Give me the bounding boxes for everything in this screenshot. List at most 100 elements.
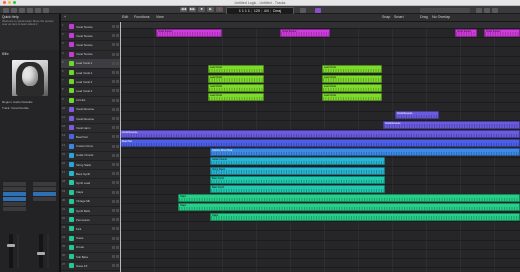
track-icon[interactable] [69,42,74,48]
track-name[interactable]: Vocal Reverse [76,117,94,121]
solo-button[interactable] [116,71,119,74]
solo-button[interactable] [116,227,119,231]
fast-forward-button[interactable]: ▶▶ [189,7,196,12]
audio-region[interactable]: Lead Vocal [322,65,382,74]
audio-region[interactable]: Vocal Reverse [120,129,520,138]
solo-button[interactable] [116,172,119,176]
mute-button[interactable] [112,255,115,258]
mute-button[interactable] [112,117,115,120]
solo-button[interactable] [116,98,119,102]
audio-region[interactable]: Lead Vocal [322,93,382,101]
audio-region[interactable]: Bass Synth [210,185,385,193]
mute-button[interactable] [112,209,115,212]
master-volume-slider[interactable] [420,7,470,13]
track-name[interactable]: Bass Synth [76,172,90,176]
region-inspector-header[interactable]: Region: Audio Defaults [2,100,58,104]
mute-button[interactable] [112,126,115,130]
track-icon[interactable] [69,70,74,75]
mute-button[interactable] [112,25,115,28]
mute-button[interactable] [112,163,115,166]
track-icon[interactable] [69,134,74,140]
track-icon[interactable] [69,97,74,103]
track-icon[interactable] [69,254,74,259]
record-button[interactable]: ● [216,7,223,12]
stop-button[interactable]: ■ [198,7,205,12]
plugin-slot[interactable] [3,192,26,196]
track-icon[interactable] [69,116,74,121]
audio-region[interactable]: Lead Vocal [208,83,264,92]
mute-button[interactable] [112,190,115,194]
track-name[interactable]: Sub Bass [76,255,88,259]
setting-slot[interactable] [33,182,56,186]
notes-button[interactable] [476,7,482,13]
eq-slot[interactable] [3,187,26,191]
track-name[interactable]: Synth Bells [76,209,90,213]
solo-button[interactable] [116,61,119,65]
track-name[interactable]: Percussion [76,218,90,222]
mute-button[interactable] [112,218,115,222]
track-name[interactable]: Lead Vocal 1 [76,61,92,65]
library-button[interactable] [3,7,9,13]
track-icon[interactable] [69,208,74,213]
mute-button[interactable] [112,236,115,240]
mute-button[interactable] [112,43,115,47]
loops-button[interactable] [484,7,490,13]
track-name[interactable]: Lead Vocal 4 [76,89,92,93]
track-icon[interactable] [69,51,74,57]
track-icon[interactable] [69,33,74,39]
solo-button[interactable] [116,43,119,47]
mute-button[interactable] [112,61,115,65]
mute-button[interactable] [112,89,115,93]
track-name[interactable]: Vocal Texture [76,34,93,38]
audio-region[interactable]: Vocal Texture [455,28,477,37]
solo-button[interactable] [116,89,119,93]
audio-region[interactable]: Custom Drum Beat [210,148,520,157]
track-name[interactable]: Vocal Texture [76,25,93,29]
track-icon[interactable] [69,217,74,223]
audio-region[interactable]: Beat Pad [120,139,520,147]
solo-button[interactable] [116,135,119,139]
mute-button[interactable] [112,71,115,74]
audio-region[interactable]: Vocal Reverse [383,120,520,129]
inspector-button[interactable] [11,7,17,13]
mute-button[interactable] [112,227,115,231]
mute-button[interactable] [112,34,115,38]
plugin-slot[interactable] [33,192,56,196]
mute-button[interactable] [112,264,115,268]
fader-handle[interactable] [37,252,45,255]
track-name[interactable]: Lead Vocal 2 [76,71,92,75]
audio-region[interactable]: Lead Vocal [322,74,382,83]
plugin-slot[interactable] [3,197,26,201]
track-name[interactable]: Noise FX [76,264,88,268]
volume-fader[interactable] [9,234,13,268]
track-name[interactable]: Beat Pad [76,135,88,139]
audio-region[interactable]: Lead Vocal [322,83,382,92]
drag-dropdown[interactable]: No Overlap [432,15,450,19]
solo-button[interactable] [116,117,119,120]
audio-region[interactable]: Vocal Reverse [395,111,439,120]
functions-menu[interactable]: Functions [134,15,150,19]
toolbar-button[interactable] [19,7,25,13]
metronome-button[interactable] [315,7,321,13]
track-icon[interactable] [69,162,74,167]
track-name[interactable]: Claps [76,190,83,194]
track-icon[interactable] [69,143,74,149]
audio-region[interactable]: Lead Vocal [208,74,264,83]
track-name[interactable]: Custom Drum [76,144,93,148]
solo-button[interactable] [116,25,119,28]
track-icon[interactable] [69,263,74,269]
solo-button[interactable] [116,34,119,38]
mute-button[interactable] [112,135,115,139]
editors-button[interactable] [43,7,49,13]
track-name[interactable]: String Stack [76,163,91,167]
playhead[interactable] [120,22,121,272]
audio-region[interactable]: Claps [178,203,520,212]
track-name[interactable]: Kick [76,227,81,231]
solo-button[interactable] [116,80,119,84]
audio-region[interactable]: String Stack [210,166,385,175]
track-icon[interactable] [69,171,74,177]
track-icon[interactable] [69,244,74,250]
track-icon[interactable] [69,198,74,204]
edit-menu[interactable]: Edit [122,15,128,19]
track-name[interactable]: Snare [76,236,83,240]
